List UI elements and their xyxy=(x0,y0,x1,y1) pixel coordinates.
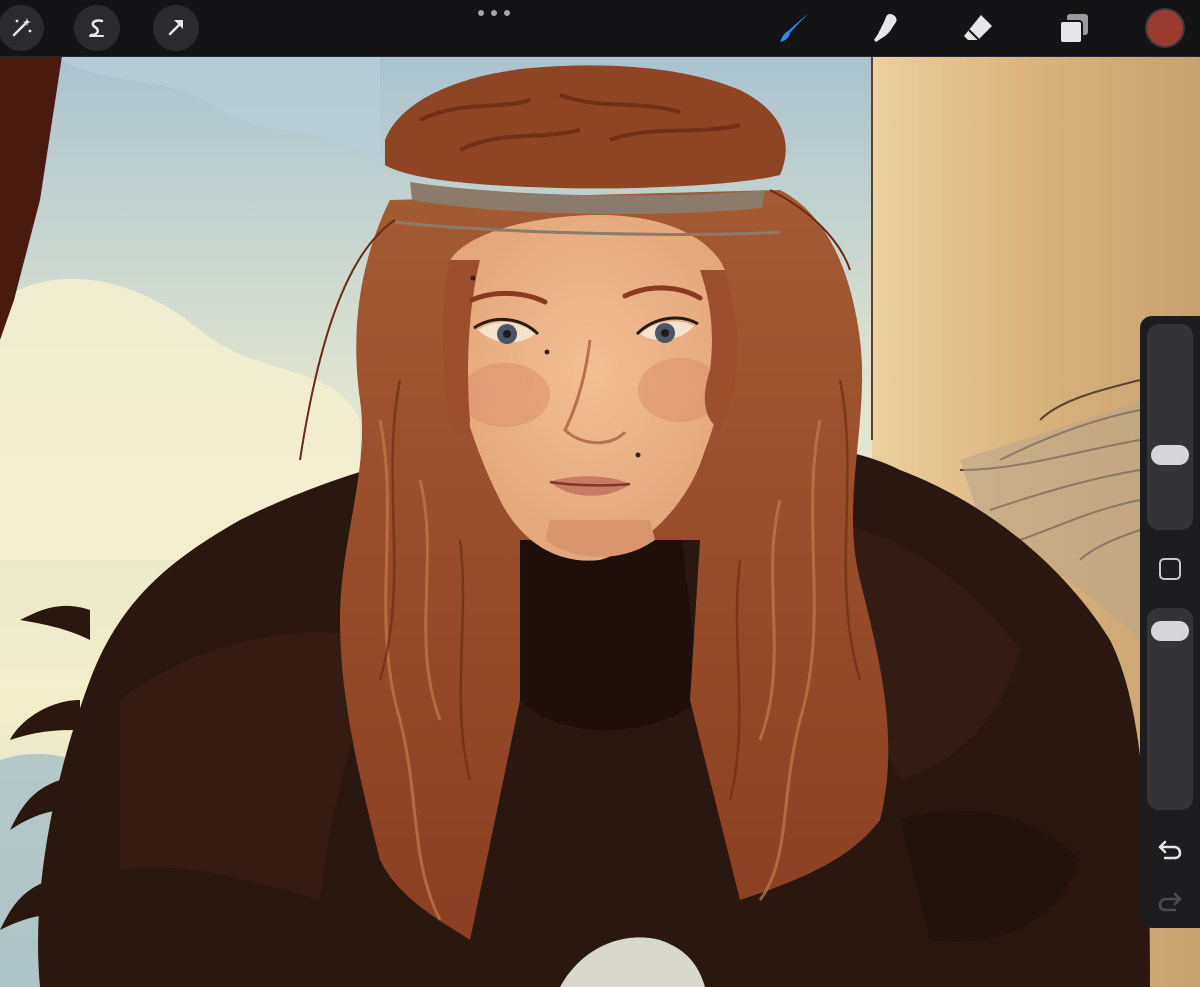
opacity-thumb[interactable] xyxy=(1151,620,1189,641)
arrow-cursor-icon xyxy=(168,20,183,36)
top-toolbar xyxy=(0,0,1200,57)
eraser-icon xyxy=(964,15,992,41)
layers-icon xyxy=(1059,14,1088,44)
sidebar xyxy=(1140,316,1200,928)
opacity-slider[interactable] xyxy=(1147,608,1193,810)
brush-button[interactable] xyxy=(772,6,816,50)
eraser-button[interactable] xyxy=(956,6,1000,50)
smudge-button[interactable] xyxy=(864,6,908,50)
undo-arrow-icon xyxy=(1158,840,1182,860)
redo-button[interactable] xyxy=(1156,888,1184,914)
brush-size-slider[interactable] xyxy=(1147,324,1193,530)
brush-size-thumb[interactable] xyxy=(1151,445,1189,466)
drawing-canvas[interactable] xyxy=(0,56,1200,987)
adjustments-button[interactable] xyxy=(0,5,44,51)
ellipsis-icon[interactable] xyxy=(478,4,510,22)
artwork-illustration xyxy=(0,56,1200,987)
transform-button[interactable] xyxy=(153,5,199,51)
smudge-finger-icon xyxy=(874,14,897,42)
layers-button[interactable] xyxy=(1052,6,1096,50)
selection-button[interactable] xyxy=(74,5,120,51)
undo-button[interactable] xyxy=(1156,836,1184,862)
brush-icon xyxy=(780,14,808,42)
redo-arrow-icon xyxy=(1158,892,1182,912)
modify-button[interactable] xyxy=(1157,556,1183,582)
color-picker-button[interactable] xyxy=(1145,8,1185,48)
magic-wand-icon xyxy=(12,18,32,37)
square-modify-icon xyxy=(1159,558,1181,580)
selection-s-icon xyxy=(89,19,104,37)
